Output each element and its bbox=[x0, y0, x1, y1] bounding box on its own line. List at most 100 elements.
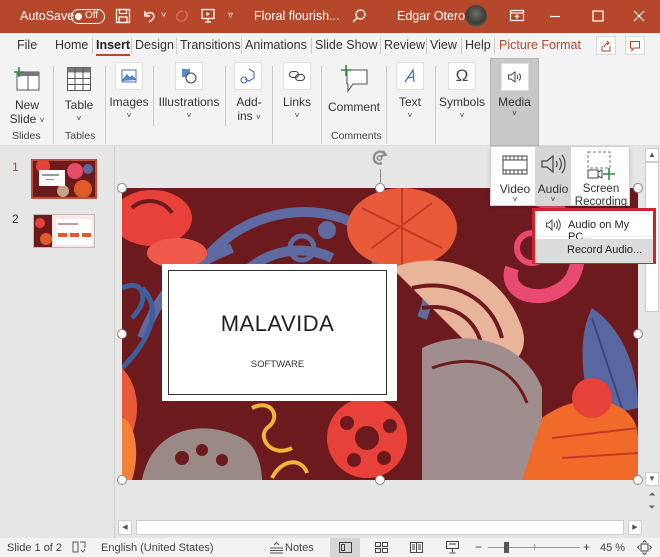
resize-handle[interactable] bbox=[633, 183, 643, 193]
comment-button[interactable]: Comment bbox=[326, 62, 382, 126]
media-button[interactable]: Media ˅ bbox=[490, 58, 539, 146]
title-placeholder[interactable]: MALAVIDA SOFTWARE bbox=[162, 264, 397, 401]
comment-label: Comment bbox=[327, 100, 380, 114]
add-ins-label-2: ins ˅ bbox=[229, 109, 269, 125]
normal-view-button[interactable] bbox=[330, 538, 360, 557]
minimize-icon[interactable] bbox=[548, 9, 562, 23]
slide-subtitle[interactable]: SOFTWARE bbox=[169, 359, 386, 370]
links-icon bbox=[283, 62, 311, 90]
document-title[interactable]: Floral flourish... bbox=[254, 9, 339, 23]
horizontal-scrollbar[interactable]: ◀ ▶ bbox=[116, 518, 644, 538]
tab-transitions[interactable]: Transitions bbox=[180, 38, 241, 52]
customize-toolbar-icon[interactable]: ▿ bbox=[228, 10, 233, 21]
audio-button[interactable]: Audio ˅ bbox=[535, 147, 571, 205]
film-icon bbox=[502, 154, 528, 176]
tab-divider bbox=[311, 38, 312, 54]
video-button[interactable]: Video ˅ bbox=[493, 149, 537, 204]
language-status[interactable]: English (United States) bbox=[101, 542, 214, 554]
media-dropdown-menu: Video ˅ Audio ˅ Screen Recording bbox=[490, 146, 630, 208]
resize-handle[interactable] bbox=[117, 183, 127, 193]
scroll-down-arrow[interactable]: ▼ bbox=[645, 472, 659, 486]
resize-handle[interactable] bbox=[633, 329, 643, 339]
table-icon bbox=[65, 65, 93, 93]
zoom-in-button[interactable]: + bbox=[583, 540, 590, 554]
undo-dropdown-icon[interactable]: ˅ bbox=[161, 10, 166, 20]
scroll-right-arrow[interactable]: ▶ bbox=[628, 520, 642, 535]
zoom-slider-center-tick bbox=[534, 544, 535, 550]
slide-thumbnail[interactable] bbox=[33, 214, 95, 248]
share-icon[interactable] bbox=[596, 36, 616, 55]
resize-handle[interactable] bbox=[117, 475, 127, 485]
redo-icon[interactable] bbox=[174, 8, 190, 24]
close-icon[interactable] bbox=[632, 9, 646, 23]
symbols-button[interactable]: Ω Symbols ˅ bbox=[439, 62, 485, 126]
new-slide-button[interactable]: New Slide ˅ bbox=[6, 62, 48, 126]
scroll-thumb[interactable] bbox=[136, 520, 624, 535]
search-icon[interactable] bbox=[351, 8, 367, 24]
tab-insert[interactable]: Insert bbox=[96, 38, 131, 56]
tab-divider bbox=[426, 38, 427, 54]
undo-icon[interactable] bbox=[141, 8, 157, 24]
slide-thumbnail[interactable] bbox=[31, 159, 97, 199]
ribbon-display-options-icon[interactable] bbox=[509, 9, 525, 23]
tab-help[interactable]: Help bbox=[465, 38, 491, 52]
links-button[interactable]: Links ˅ bbox=[277, 62, 317, 126]
illustrations-button[interactable]: Illustrations ˅ bbox=[157, 62, 221, 126]
text-label: Text bbox=[398, 95, 421, 109]
notes-button[interactable]: Notes bbox=[285, 542, 314, 554]
tab-view[interactable]: View bbox=[430, 38, 457, 52]
tab-review[interactable]: Review bbox=[384, 38, 425, 52]
group-divider bbox=[153, 66, 154, 126]
save-icon[interactable] bbox=[115, 8, 131, 24]
present-icon[interactable] bbox=[200, 8, 216, 24]
group-divider bbox=[386, 66, 387, 144]
maximize-icon[interactable] bbox=[591, 9, 605, 23]
screen-recording-button[interactable]: Screen Recording bbox=[573, 149, 629, 208]
autosave-label: AutoSave bbox=[20, 9, 75, 23]
tab-design[interactable]: Design bbox=[135, 38, 174, 52]
reading-view-icon[interactable] bbox=[410, 542, 423, 553]
resize-handle[interactable] bbox=[375, 183, 385, 193]
slide-title[interactable]: MALAVIDA bbox=[169, 311, 386, 337]
zoom-level[interactable]: 45 % bbox=[600, 542, 625, 554]
group-divider bbox=[321, 66, 322, 144]
chevron-down-icon: ˅ bbox=[407, 111, 413, 120]
zoom-slider-thumb[interactable] bbox=[503, 542, 509, 553]
avatar[interactable] bbox=[465, 5, 487, 27]
slide-sorter-icon[interactable] bbox=[375, 542, 388, 553]
record-audio-menu-item[interactable]: Record Audio... bbox=[535, 239, 653, 263]
autosave-toggle[interactable]: Off bbox=[71, 9, 105, 24]
record-audio-label: Record Audio... bbox=[567, 244, 643, 256]
text-button[interactable]: Text ˅ bbox=[390, 62, 430, 126]
add-ins-button[interactable]: Add- ins ˅ bbox=[229, 62, 269, 126]
slides-pane: 1 2 bbox=[0, 146, 115, 538]
resize-handle[interactable] bbox=[117, 329, 127, 339]
group-divider bbox=[53, 66, 54, 144]
chevron-down-icon: ˅ bbox=[126, 111, 132, 120]
previous-slide-icon[interactable]: ⏶ bbox=[645, 489, 659, 501]
resize-handle[interactable] bbox=[375, 475, 385, 485]
user-name[interactable]: Edgar Otero bbox=[397, 9, 465, 23]
images-button[interactable]: Images ˅ bbox=[108, 62, 150, 126]
media-label: Media bbox=[498, 95, 531, 109]
comments-icon[interactable] bbox=[625, 36, 645, 55]
rotate-handle-icon[interactable] bbox=[369, 148, 391, 170]
scroll-left-arrow[interactable]: ◀ bbox=[118, 520, 132, 535]
accessibility-icon[interactable] bbox=[72, 541, 86, 554]
next-slide-icon[interactable]: ⏷ bbox=[645, 502, 659, 514]
tab-home[interactable]: Home bbox=[55, 38, 88, 52]
group-divider bbox=[225, 66, 226, 126]
scroll-up-arrow[interactable]: ▲ bbox=[645, 148, 659, 162]
resize-handle[interactable] bbox=[633, 475, 643, 485]
table-button[interactable]: Table ˅ bbox=[58, 62, 100, 126]
tab-file[interactable]: File bbox=[17, 38, 37, 52]
slide-show-icon[interactable] bbox=[446, 541, 459, 554]
tab-animations[interactable]: Animations bbox=[245, 38, 307, 52]
chevron-down-icon: ˅ bbox=[186, 111, 192, 120]
tab-slide-show[interactable]: Slide Show bbox=[315, 38, 378, 52]
vertical-scrollbar[interactable]: ▲ ▼ ⏶ ⏷ bbox=[644, 146, 660, 518]
tab-picture-format[interactable]: Picture Format bbox=[499, 38, 581, 52]
fit-slide-icon[interactable] bbox=[637, 540, 652, 555]
zoom-out-button[interactable]: − bbox=[475, 540, 482, 554]
audio-on-my-pc-menu-item[interactable]: Audio on My PC... bbox=[535, 213, 653, 243]
